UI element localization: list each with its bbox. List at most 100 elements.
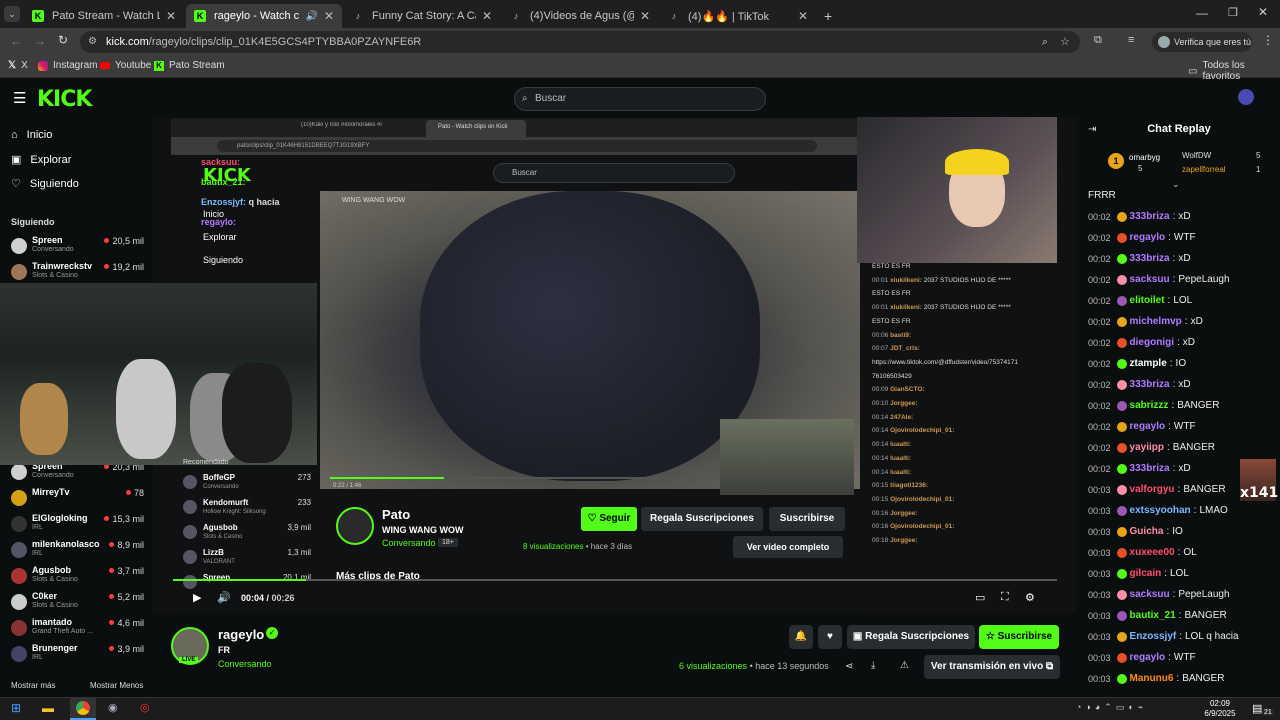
volume-icon[interactable]: 🔊 xyxy=(217,591,231,604)
clip-video-player[interactable]: (10)Kaki y Iolo #Iolomorales #i Pato - W… xyxy=(0,117,1077,613)
chat-username[interactable]: ztample xyxy=(1130,358,1167,369)
bookmark-x[interactable]: 𝕏X xyxy=(8,60,28,71)
chat-username[interactable]: xuxeee00 xyxy=(1130,547,1175,558)
nav-inicio[interactable]: ⌂ Inicio xyxy=(11,129,52,141)
download-icon[interactable]: ⤓ xyxy=(871,660,875,671)
chat-username[interactable]: 333briza xyxy=(1130,379,1170,390)
sidebar-user-spreen[interactable]: Spreen Conversando 20,5 mil xyxy=(11,235,146,261)
chat-username[interactable]: regaylo xyxy=(1130,421,1166,432)
chrome-taskbar-button[interactable] xyxy=(70,698,96,720)
close-tab-icon[interactable]: ✕ xyxy=(166,9,176,23)
forward-icon[interactable]: → xyxy=(34,34,46,48)
restore-icon[interactable]: ❐ xyxy=(1228,6,1238,19)
close-window-icon[interactable]: ✕ xyxy=(1258,5,1268,19)
chat-username[interactable]: regaylo xyxy=(1130,232,1166,243)
tab-funny-cat[interactable]: ♪ Funny Cat Story: A Cat's Love fo ✕ xyxy=(344,4,500,28)
clock[interactable]: 02:09 6/9/2025 xyxy=(1200,699,1240,719)
media-control-icon[interactable]: ≡ xyxy=(1128,34,1134,46)
profile-button[interactable]: Verifica que eres tú xyxy=(1152,32,1252,52)
back-icon[interactable]: ← xyxy=(10,34,22,48)
chat-username[interactable]: regaylo xyxy=(1130,652,1166,663)
app-icon[interactable]: ◎ xyxy=(140,701,150,714)
clip-progress-bar[interactable] xyxy=(173,579,1057,581)
tab-list-dropdown-icon[interactable]: ⌄ xyxy=(4,6,20,22)
zoom-icon[interactable]: ⌕ xyxy=(1042,31,1048,53)
hamburger-menu-icon[interactable]: ☰ xyxy=(13,89,26,107)
tab-videos-agus[interactable]: ♪ (4)Videos de Agus (@agusester ✕ xyxy=(502,4,658,28)
tab-rageylo-clip[interactable]: K rageylo - Watch clips on Ki 🔊 ✕ xyxy=(186,4,342,28)
file-explorer-icon[interactable]: ▬ xyxy=(42,701,54,715)
stream-category[interactable]: Conversando xyxy=(218,659,272,669)
bookmark-pato-stream[interactable]: K Pato Stream xyxy=(154,60,225,71)
chat-username[interactable]: extssyoohan xyxy=(1130,505,1191,516)
share-icon[interactable]: ⋖ xyxy=(845,661,853,672)
chat-username[interactable]: 333briza xyxy=(1130,463,1170,474)
show-less-button[interactable]: Mostrar Menos xyxy=(90,681,143,690)
chat-username[interactable]: elitoilet xyxy=(1130,295,1165,306)
subscribe-button[interactable]: ☆ Suscribirse xyxy=(979,625,1059,649)
speaker-icon[interactable]: 🔊 xyxy=(305,11,317,22)
sidebar-user[interactable]: Agusbob Slots & Casino 3,7 mil xyxy=(11,565,146,591)
close-tab-icon[interactable]: ✕ xyxy=(482,9,492,23)
chat-username[interactable]: sabrizzz xyxy=(1130,400,1169,411)
tab-tiktok[interactable]: ♪ (4)🔥🔥 | TikTok ✕ xyxy=(660,4,816,28)
close-tab-icon[interactable]: ✕ xyxy=(640,9,650,23)
more-menu-icon[interactable]: ⋮ xyxy=(1262,33,1274,47)
notification-bell-button[interactable]: 🔔 xyxy=(789,625,813,649)
address-bar[interactable]: ⚙ kick.com/rageylo/clips/clip_01K4E5GCS4… xyxy=(80,31,1080,53)
chat-username[interactable]: 333briza xyxy=(1130,253,1170,264)
watch-live-button[interactable]: Ver transmisión en vivo ⧉ xyxy=(924,655,1060,679)
chat-username[interactable]: gilcain xyxy=(1130,568,1162,579)
reload-icon[interactable]: ↻ xyxy=(58,33,68,47)
chat-message: 00:02 michelmvp: xD xyxy=(1088,316,1203,327)
tray-icons[interactable]: ◔◑◕⌃▭◐⌁ xyxy=(1076,702,1147,713)
kick-logo[interactable]: KICK xyxy=(37,87,92,112)
minimize-icon[interactable]: — xyxy=(1196,6,1208,20)
report-icon[interactable]: ⚠ xyxy=(900,660,909,671)
chat-username[interactable]: bautix_21 xyxy=(1130,610,1176,621)
theater-mode-icon[interactable]: ▭ xyxy=(975,591,985,604)
show-more-button[interactable]: Mostrar más xyxy=(11,681,55,690)
sidebar-user[interactable]: imantado Grand Theft Auto ... 4,6 mil xyxy=(11,617,146,643)
notification-icon[interactable]: ▤ xyxy=(1252,702,1262,715)
nav-explorar[interactable]: ▣ Explorar xyxy=(11,153,71,167)
sidebar-user[interactable]: Brunenger IRL 3,9 mil xyxy=(11,643,146,669)
start-icon[interactable]: ⊞ xyxy=(11,701,21,715)
nav-siguiendo[interactable]: ♡ Siguiendo xyxy=(11,177,79,191)
chat-username[interactable]: sacksuu xyxy=(1130,274,1170,285)
expand-leaderboard-icon[interactable]: ⌄ xyxy=(1172,179,1180,190)
nav-label: Siguiendo xyxy=(29,177,79,190)
chat-username[interactable]: Manunu6 xyxy=(1130,673,1174,684)
sidebar-user[interactable]: ElGlogloking IRL 15,3 mil xyxy=(11,513,146,539)
chat-username[interactable]: valforgyu xyxy=(1130,484,1175,495)
user-avatar[interactable] xyxy=(1238,89,1254,105)
chat-username[interactable]: Guicha xyxy=(1130,526,1164,537)
tab-pato-stream[interactable]: K Pato Stream - Watch Live on Ki ✕ xyxy=(24,4,184,28)
bookmark-youtube[interactable]: Youtube xyxy=(100,60,151,71)
chat-username[interactable]: yayiipp xyxy=(1130,442,1164,453)
chat-username[interactable]: 333briza xyxy=(1130,211,1170,222)
search-input[interactable]: ⌕ Buscar xyxy=(514,87,766,111)
sidebar-user[interactable]: MirreyTv 78 xyxy=(11,487,146,513)
chat-username[interactable]: sacksuu xyxy=(1130,589,1170,600)
app-icon[interactable]: ◉ xyxy=(108,701,118,714)
new-tab-button[interactable]: + xyxy=(820,4,840,28)
play-icon[interactable]: ▶ xyxy=(193,591,201,604)
fullscreen-icon[interactable]: ⛶ xyxy=(1001,591,1009,604)
follow-heart-button[interactable]: ♥ xyxy=(818,625,842,649)
extensions-icon[interactable]: ⧉ xyxy=(1094,34,1102,47)
close-tab-icon[interactable]: ✕ xyxy=(798,9,808,23)
bookmark-star-icon[interactable]: ☆ xyxy=(1060,31,1070,53)
gift-subs-button[interactable]: ▣ Regala Suscripciones xyxy=(847,625,975,649)
channel-name[interactable]: rageylo xyxy=(218,627,264,642)
chat-username[interactable]: Enzossjyf xyxy=(1130,631,1177,642)
sidebar-user[interactable]: C0ker Slots & Casino 5,2 mil xyxy=(11,591,146,617)
site-info-icon[interactable]: ⚙ xyxy=(88,31,97,53)
sidebar-user[interactable]: milenkanolasco IRL 8,9 mil xyxy=(11,539,146,565)
emote-counter: x141 xyxy=(1240,485,1279,501)
chat-username[interactable]: diegonigi xyxy=(1130,337,1174,348)
settings-icon[interactable]: ⚙ xyxy=(1025,591,1035,604)
bookmark-instagram[interactable]: Instagram xyxy=(38,60,97,71)
chat-username[interactable]: michelmvp xyxy=(1130,316,1182,327)
close-tab-icon[interactable]: ✕ xyxy=(324,9,334,23)
